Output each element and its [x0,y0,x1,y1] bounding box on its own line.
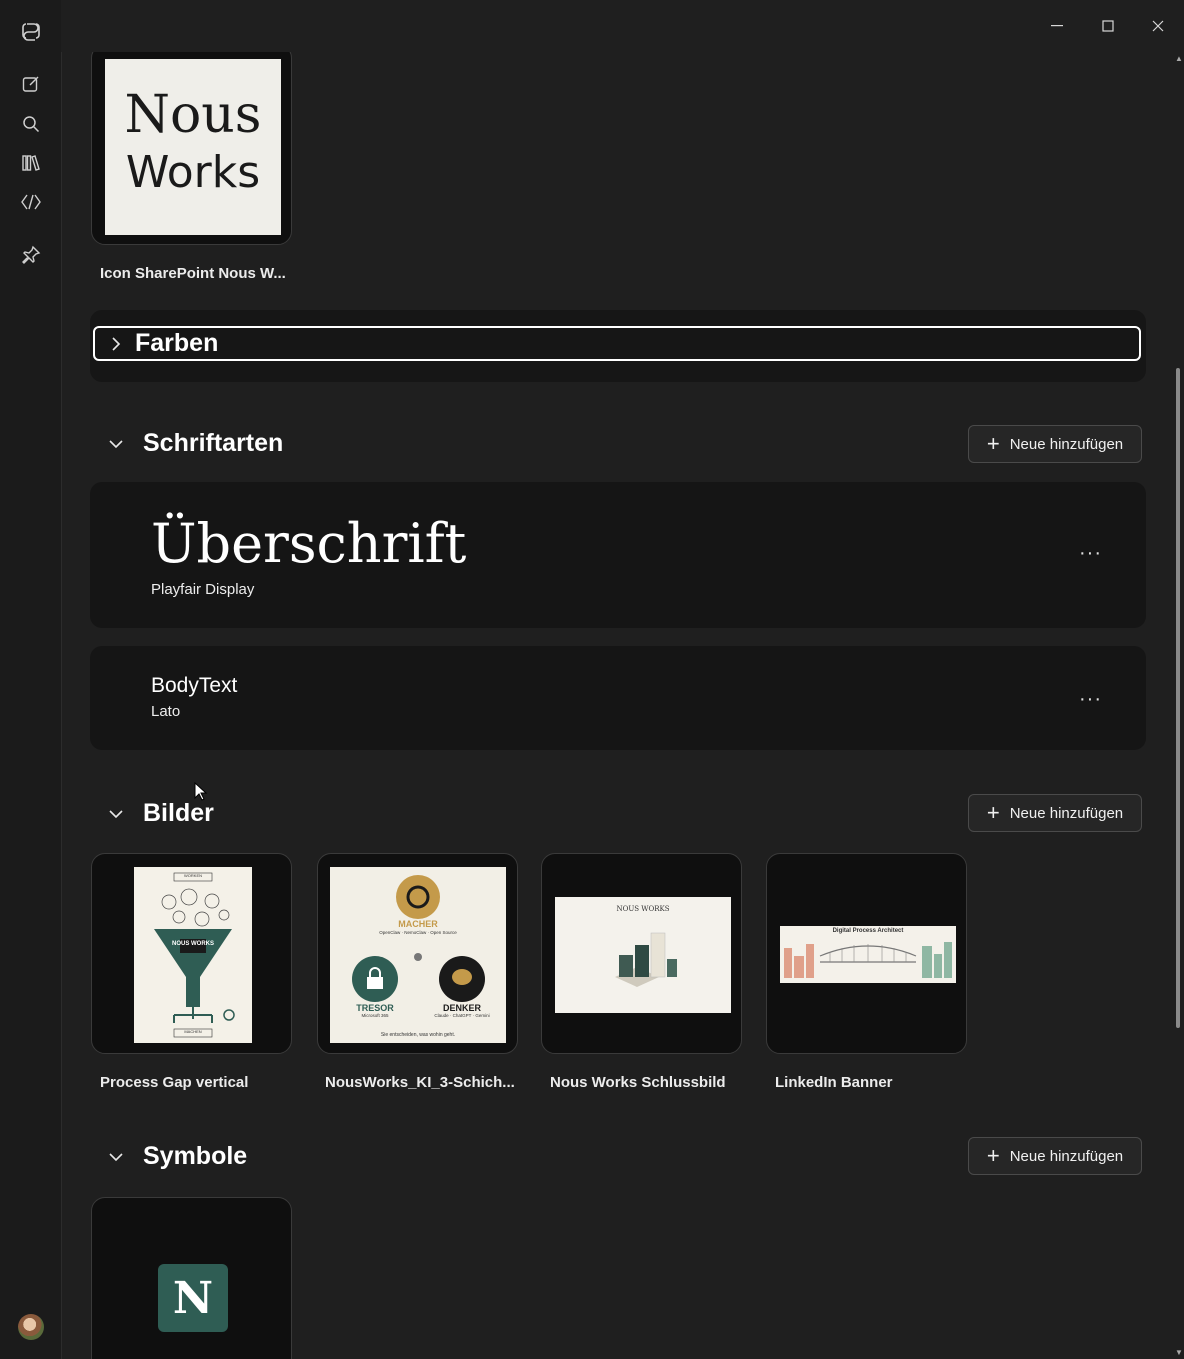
brand-kit-content: Nous Works Icon SharePoint Nous W... Far… [61,52,1172,1359]
pin-icon[interactable] [18,242,44,268]
section-title-symbole: Symbole [143,1142,248,1170]
code-icon[interactable] [18,189,44,215]
symbol-letter: N [172,1272,214,1324]
more-options-icon[interactable]: ··· [1079,688,1102,711]
symbol-tile[interactable]: N [91,1197,292,1359]
scroll-down-icon[interactable]: ▼ [1175,1348,1183,1357]
tile-label: Icon SharePoint Nous W... [100,265,286,282]
search-icon[interactable] [18,111,44,137]
section-title-bilder: Bilder [143,799,214,827]
sidebar [0,0,62,1359]
tile-label: Process Gap vertical [100,1074,249,1091]
font-card-body[interactable]: BodyText Lato ··· [90,646,1146,750]
add-font-label: Neue hinzufügen [1009,435,1124,453]
close-button[interactable] [1143,12,1173,40]
scroll-thumb[interactable] [1176,368,1180,1028]
thumb-denker-sub: Claude · ChatGPT · Gemini [434,1013,490,1018]
thumb-denker: DENKER [442,1003,481,1013]
image-tile-schlussbild[interactable]: NOUS WORKS [541,853,742,1054]
schriftarten-header[interactable]: Schriftarten [105,429,283,458]
maximize-button[interactable] [1093,12,1123,40]
thumb-title: NOUS WORKS [172,941,214,947]
thumb-footer: Sie entscheiden, was wohin geht. [380,1032,456,1038]
chevron-right-icon [105,333,127,355]
font-card-heading[interactable]: Überschrift Playfair Display ··· [90,482,1146,628]
logo-line2: Works [125,147,261,198]
logo-tile[interactable]: Nous Works [91,52,292,245]
tile-label: NousWorks_KI_3-Schich... [325,1074,515,1091]
minimize-button[interactable] [1042,12,1072,40]
plus-icon: + [986,1143,1000,1168]
tile-label: LinkedIn Banner [775,1074,893,1091]
chevron-down-icon [105,433,127,455]
chevron-down-icon [105,1146,127,1168]
thumb-bottom: MACHEN [184,1029,202,1034]
section-title-schriftarten: Schriftarten [143,429,284,457]
thumb-tresor: TRESOR [356,1003,394,1013]
font-family-name: Lato [151,703,181,720]
user-avatar[interactable] [18,1314,44,1340]
scroll-up-icon[interactable]: ▲ [1175,54,1183,63]
add-font-button[interactable]: + Neue hinzufügen [968,425,1142,463]
add-image-button[interactable]: + Neue hinzufügen [968,794,1142,832]
thumbnail: NOUS WORKS WORKEN MACHEN [134,867,252,1043]
nous-works-logo: Nous Works [105,59,281,235]
bilder-header[interactable]: Bilder [105,799,214,828]
add-symbol-label: Neue hinzufügen [1009,1147,1124,1165]
plus-icon: + [986,431,1000,456]
image-tile-linkedin-banner[interactable]: Digital Process Architect [766,853,967,1054]
thumb-macher: MACHER [398,919,438,929]
chevron-down-icon [105,803,127,825]
symbole-header[interactable]: Symbole [105,1142,247,1171]
add-image-label: Neue hinzufügen [1009,804,1124,822]
tile-label: Nous Works Schlussbild [550,1074,726,1091]
more-options-icon[interactable]: ··· [1079,542,1102,565]
copilot-logo-icon[interactable] [18,18,44,44]
title-bar [61,0,1184,52]
image-tile-ki-schichten[interactable]: MACHER OpenClaw · NemoClaw · Open Source… [317,853,518,1054]
image-tile-process-gap[interactable]: NOUS WORKS WORKEN MACHEN [91,853,292,1054]
farben-section: Farben [90,310,1146,382]
add-symbol-button[interactable]: + Neue hinzufügen [968,1137,1142,1175]
new-chat-icon[interactable] [18,71,44,97]
thumbnail: Digital Process Architect [780,926,956,983]
section-title-farben: Farben [135,329,219,357]
thumb-macher-sub: OpenClaw · NemoClaw · Open Source [379,930,457,935]
font-sample: Überschrift [151,512,467,575]
font-sample: BodyText [151,674,238,697]
farben-header[interactable]: Farben [93,326,1141,361]
plus-icon: + [986,800,1000,825]
thumb-top: WORKEN [184,873,202,878]
font-family-name: Playfair Display [151,581,255,598]
thumbnail: MACHER OpenClaw · NemoClaw · Open Source… [330,867,506,1043]
thumb-tresor-sub: Microsoft 365 [361,1013,389,1018]
thumbnail: NOUS WORKS [555,897,731,1013]
vertical-scrollbar[interactable]: ▲ ▼ [1172,52,1184,1359]
logo-line1: Nous [124,85,262,145]
library-icon[interactable] [18,150,44,176]
n-logo-icon: N [158,1264,228,1332]
